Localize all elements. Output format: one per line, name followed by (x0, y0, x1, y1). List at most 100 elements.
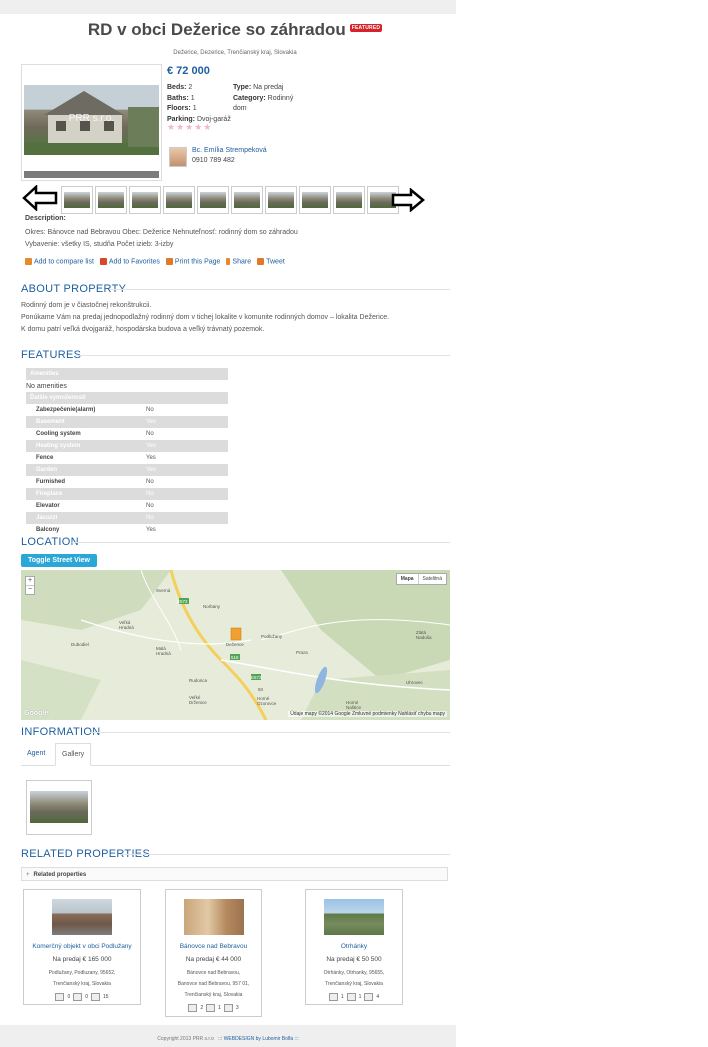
zoom-in-button[interactable]: + (26, 577, 34, 585)
thumbnail[interactable] (299, 186, 331, 214)
rating-stars[interactable]: ★★★★★ (167, 122, 212, 133)
action-links: Add to compare list Add to Favorites Pri… (25, 258, 285, 265)
next-arrow-icon[interactable] (391, 188, 425, 212)
compare-link[interactable]: Add to compare list (25, 258, 94, 265)
thumbnail[interactable] (95, 186, 127, 214)
thumbnail[interactable] (129, 186, 161, 214)
feature-value: No (146, 479, 154, 485)
location-map[interactable]: + − Mapa Satelitná Sverná Norbany Veľká … (21, 570, 450, 720)
card-location: Podlužany, Podluzany, 95652, Trenčianský … (24, 968, 140, 990)
card-beds: 1 (340, 994, 344, 1000)
photo-caption-bar (24, 171, 159, 178)
type-value: Na predaj (253, 84, 284, 91)
tab-agent[interactable]: Agent (21, 743, 51, 764)
favorites-link[interactable]: Add to Favorites (99, 258, 160, 265)
thumbnail[interactable] (197, 186, 229, 214)
map-footer[interactable]: Údaje mapy ©2014 Google Zmluvné podmienk… (288, 711, 447, 717)
gallery-thumbnail[interactable] (26, 780, 92, 835)
related-card[interactable]: Komerčný objekt v obci Podlužany Na pred… (23, 889, 141, 1005)
feature-name: Jacuzzi (36, 515, 58, 521)
type-label: Type: (233, 84, 252, 91)
card-stats: 0 0 15 (24, 993, 140, 1001)
thumbnail-strip (61, 186, 399, 214)
compare-icon (25, 258, 32, 265)
about-line: K domu patrí veľká dvojgaráž, hospodársk… (21, 326, 265, 333)
location-heading: LOCATION (21, 536, 79, 548)
features-table: Amenities No amenities Ďalšie vymoženost… (26, 368, 228, 536)
webdesign-link[interactable]: ::: WEBDESIGN by Lubomir Bolfa ::: (218, 1036, 299, 1042)
card-beds: 0 (67, 994, 71, 1000)
property-address: Dežerice, Dezerice, Trenčianský kraj, Sl… (173, 50, 297, 56)
gallery-image (30, 791, 88, 823)
twitter-icon (257, 258, 265, 265)
card-price: Na predaj € 50 500 (326, 956, 382, 963)
feature-row: Furnished No (26, 476, 228, 488)
thumbnail[interactable] (265, 186, 297, 214)
card-garage: 15 (103, 994, 109, 1000)
satellite-button[interactable]: Satelitná (417, 574, 446, 584)
facebook-icon (226, 258, 231, 265)
print-label: Print this Page (174, 258, 221, 266)
watermark: PRR s.r.o. (68, 113, 115, 124)
features-heading: FEATURES (21, 349, 82, 361)
card-title[interactable]: Bánovce nad Bebravou (166, 943, 261, 950)
town-label: Rudorica (189, 678, 208, 683)
road-label: 50 (258, 687, 264, 692)
feature-value: Yes (146, 467, 156, 473)
main-photo[interactable]: PRR s.r.o. (21, 64, 162, 181)
feature-row: Fence Yes (26, 452, 228, 464)
card-baths: 1 (218, 1005, 221, 1011)
agent-name-link[interactable]: Bc. Emília Strempeková (192, 147, 267, 154)
road-label: E572 (251, 675, 262, 680)
description-text: Okres: Bánovce nad Bebravou Obec: Dežeri… (25, 229, 298, 248)
town-label: Praza (296, 650, 308, 655)
card-title[interactable]: Otrhánky (306, 943, 402, 950)
card-price: Na predaj € 165 000 (52, 956, 112, 963)
tweet-link[interactable]: Tweet (257, 258, 285, 265)
tweet-label: Tweet (266, 258, 285, 266)
feature-value: No (146, 431, 154, 437)
share-link[interactable]: Share (226, 258, 251, 265)
print-link[interactable]: Print this Page (165, 258, 221, 266)
card-title[interactable]: Komerčný objekt v obci Podlužany (24, 943, 140, 950)
card-location: Bánovce nad Bebravou, Banovce nad Bebravo… (166, 968, 261, 1001)
toggle-street-view-button[interactable]: Toggle Street View (21, 554, 97, 567)
favorites-icon (99, 258, 107, 265)
bath-icon (346, 993, 356, 1001)
feature-row: Heating system Yes (26, 440, 228, 452)
featured-badge: FEATURED (349, 23, 383, 32)
top-band (0, 0, 456, 14)
price: € 72 000 (167, 65, 210, 77)
other-header: Ďalšie vymoženosti (26, 392, 228, 404)
prev-arrow-icon[interactable] (22, 185, 58, 211)
beds-label: Beds: (167, 84, 187, 91)
map-button[interactable]: Mapa (397, 574, 418, 584)
agent-avatar (169, 147, 187, 167)
title-text: RD v obci Dežerice so záhradou (87, 20, 346, 39)
zoom-out-button[interactable]: − (26, 585, 34, 594)
amenities-label: Amenities (30, 371, 59, 377)
no-amenities: No amenities (26, 380, 228, 392)
feature-value: Yes (146, 443, 156, 449)
feature-value: Yes (146, 455, 156, 461)
related-card[interactable]: Otrhánky Na predaj € 50 500 Otrhánky, Ot… (305, 889, 403, 1005)
thumbnail[interactable] (231, 186, 263, 214)
thumbnail[interactable] (163, 186, 195, 214)
compare-label: Add to compare list (34, 258, 94, 266)
feature-value: No (146, 491, 154, 497)
thumbnail[interactable] (61, 186, 93, 214)
floors-label: Floors: (167, 105, 191, 112)
thumbnail[interactable] (333, 186, 365, 214)
beds-value: 2 (188, 84, 193, 91)
feature-row: Fireplace No (26, 488, 228, 500)
feature-value: Yes (146, 419, 156, 425)
road-label: E572 (177, 599, 188, 604)
card-location-line: Bánovce nad Bebravou, (186, 970, 241, 976)
related-bar[interactable]: + Related properties (21, 867, 448, 881)
related-card[interactable]: Bánovce nad Bebravou Na predaj € 44 000 … (165, 889, 262, 1017)
divider (90, 732, 450, 733)
feature-row: Basement Yes (26, 416, 228, 428)
house-photo: PRR s.r.o. (24, 85, 159, 155)
print-icon (165, 258, 173, 265)
tab-gallery[interactable]: Gallery (55, 743, 92, 766)
